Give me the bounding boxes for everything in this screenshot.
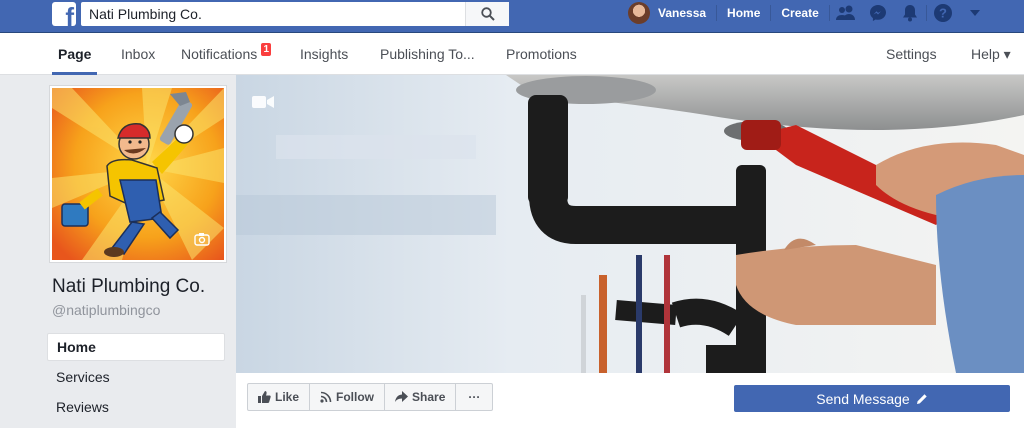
sidebar-item-label: Reviews bbox=[56, 399, 109, 415]
camera-icon[interactable] bbox=[194, 232, 210, 246]
create-link[interactable]: Create bbox=[771, 0, 828, 26]
like-button[interactable]: Like bbox=[248, 384, 311, 410]
sidebar-item-home[interactable]: Home bbox=[47, 333, 225, 361]
sidebar-item-services[interactable]: Services bbox=[47, 363, 225, 391]
tab-insights[interactable]: Insights bbox=[300, 33, 348, 75]
tab-notifications[interactable]: Notifications 1 bbox=[181, 33, 272, 75]
like-label: Like bbox=[275, 390, 300, 404]
cover-photo[interactable] bbox=[236, 75, 1024, 373]
profile-picture[interactable] bbox=[50, 86, 226, 262]
follow-button[interactable]: Follow bbox=[310, 384, 386, 410]
tab-label: Settings bbox=[886, 46, 937, 62]
notification-badge: 1 bbox=[261, 42, 272, 56]
video-camera-icon[interactable] bbox=[252, 95, 274, 109]
tab-inbox[interactable]: Inbox bbox=[121, 33, 155, 75]
share-arrow-icon bbox=[395, 391, 409, 402]
facebook-logo-icon[interactable]: f bbox=[52, 2, 76, 26]
avatar[interactable] bbox=[628, 2, 650, 24]
send-message-button[interactable]: Send Message bbox=[734, 385, 1010, 412]
page-username[interactable]: @natiplumbingco bbox=[52, 302, 160, 318]
search-input[interactable] bbox=[81, 2, 465, 26]
rss-icon bbox=[320, 391, 332, 403]
more-options-button[interactable]: ··· bbox=[456, 384, 492, 410]
search-icon bbox=[480, 7, 495, 21]
caret-down-icon[interactable] bbox=[959, 0, 991, 26]
tab-label: Notifications bbox=[181, 46, 258, 62]
share-button[interactable]: Share bbox=[385, 384, 457, 410]
page-tabs-bar: Page Inbox Notifications 1 Insights Publi… bbox=[0, 33, 1024, 75]
action-button-group: Like Follow Share ··· bbox=[247, 383, 494, 411]
friends-icon[interactable] bbox=[830, 0, 862, 26]
thumbs-up-icon bbox=[258, 391, 271, 403]
tab-page[interactable]: Page bbox=[51, 33, 99, 75]
sidebar-item-reviews[interactable]: Reviews bbox=[47, 393, 225, 421]
tab-help[interactable]: Help ▾ bbox=[971, 33, 1011, 75]
more-options-label: ··· bbox=[468, 390, 481, 404]
tab-label: Insights bbox=[300, 46, 349, 62]
tab-promotions[interactable]: Promotions bbox=[506, 33, 577, 75]
tab-label: Publishing To... bbox=[380, 46, 475, 62]
tab-label: Promotions bbox=[506, 46, 577, 62]
tab-settings[interactable]: Settings bbox=[886, 33, 937, 75]
share-label: Share bbox=[412, 390, 446, 404]
help-icon[interactable]: ? bbox=[927, 0, 959, 26]
top-right-nav: Vanessa Home Create ? bbox=[626, 0, 991, 26]
send-message-label: Send Message bbox=[816, 390, 910, 407]
user-name-link[interactable]: Vanessa bbox=[658, 6, 716, 20]
bell-icon[interactable] bbox=[894, 0, 926, 26]
messenger-icon[interactable] bbox=[862, 0, 894, 26]
home-link[interactable]: Home bbox=[717, 0, 770, 26]
follow-label: Follow bbox=[336, 390, 375, 404]
search-box bbox=[81, 2, 509, 26]
svg-text:?: ? bbox=[939, 6, 947, 21]
search-button[interactable] bbox=[465, 2, 509, 26]
sidebar-item-label: Services bbox=[56, 369, 110, 385]
tab-label: Inbox bbox=[121, 46, 156, 62]
top-navigation-bar: f Vanessa Home Create ? bbox=[0, 0, 1024, 33]
page-action-bar: Like Follow Share ··· Send Message bbox=[236, 373, 1024, 428]
page-name[interactable]: Nati Plumbing Co. bbox=[52, 276, 205, 298]
sidebar-item-label: Home bbox=[57, 339, 96, 355]
tab-label: Help ▾ bbox=[971, 45, 1011, 62]
tab-label: Page bbox=[58, 46, 92, 62]
tab-publishing-tools[interactable]: Publishing To... bbox=[380, 33, 475, 75]
pencil-icon bbox=[916, 393, 927, 404]
